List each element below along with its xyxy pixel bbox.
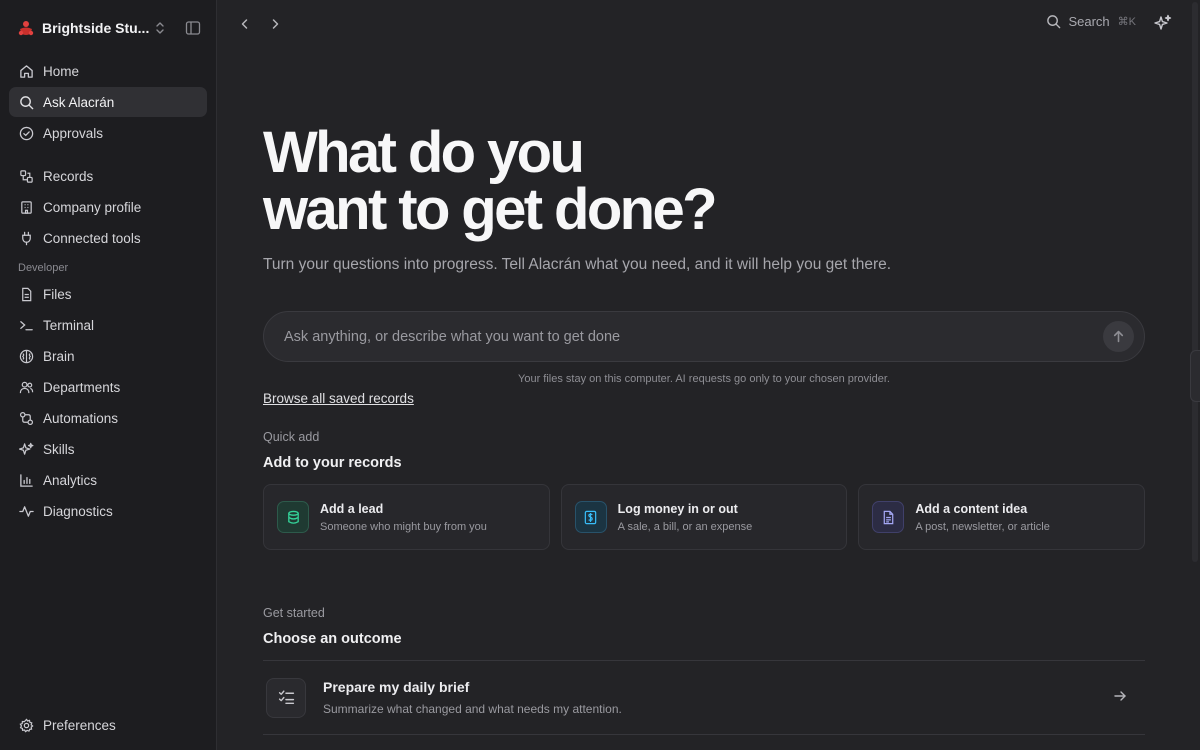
records-icon [18,168,34,184]
workspace-switcher-icon[interactable] [152,20,168,36]
users-icon [18,379,34,395]
sidebar-item-label: Connected tools [43,230,141,246]
sidebar-item-brain[interactable]: Brain [9,341,207,371]
search-icon [18,94,34,110]
brain-icon [18,348,34,364]
card-desc: Someone who might buy from you [320,520,487,533]
sidebar-item-label: Preferences [43,717,116,733]
sidebar-item-home[interactable]: Home [9,56,207,86]
workspace-name[interactable]: Brightside Stu... [42,20,152,36]
get-started-title: Choose an outcome [263,631,402,647]
search-button[interactable]: Search ⌘K [1046,14,1136,29]
quick-add-title: Add to your records [263,455,402,471]
sidebar-item-connected-tools[interactable]: Connected tools [9,223,207,253]
privacy-note: Your files stay on this computer. AI req… [518,373,890,385]
quick-add-cards: Add a lead Someone who might buy from yo… [263,484,1146,550]
sidebar-item-label: Ask Alacrán [43,94,115,110]
home-icon [18,63,34,79]
title-line-2: want to get done? [263,177,718,242]
sidebar-item-label: Analytics [43,472,98,488]
sidebar-item-ask-alacran[interactable]: Ask Alacrán [9,87,207,117]
page-title: What do you want to get done? [263,124,718,239]
card-title: Log money in or out [617,501,738,516]
primary-nav: Home Ask Alacrán Approvals Records Compa… [0,56,216,526]
sidebar: Brightside Stu... Home Ask Alacrán Appro… [0,0,217,750]
main-panel: Search ⌘K What do you want to get done? … [217,0,1200,750]
sidebar-item-records[interactable]: Records [9,161,207,191]
card-title: Add a content idea [915,501,1028,516]
sidebar-item-automations[interactable]: Automations [9,403,207,433]
forward-arrow-icon[interactable] [266,15,284,33]
scrollbar-thumb[interactable] [1192,2,1198,562]
scorpion-logo-icon [16,18,36,38]
terminal-icon [18,317,34,333]
sidebar-item-label: Automations [43,410,119,426]
gear-icon [18,717,34,733]
search-label: Search [1068,14,1110,29]
sidebar-item-departments[interactable]: Departments [9,372,207,402]
developer-section-label: Developer [18,262,69,274]
get-started-kicker: Get started [263,606,325,620]
add-lead-card[interactable]: Add a lead Someone who might buy from yo… [263,484,550,550]
sidebar-item-diagnostics[interactable]: Diagnostics [9,496,207,526]
sidebar-item-label: Terminal [43,317,95,333]
document-icon [872,501,905,533]
sidebar-item-label: Departments [43,379,121,395]
sidebar-item-analytics[interactable]: Analytics [9,465,207,495]
search-icon [1046,14,1061,29]
sidebar-item-label: Brain [43,348,75,364]
sidebar-item-label: Files [43,286,72,302]
add-content-idea-card[interactable]: Add a content idea A post, newsletter, o… [858,484,1146,550]
dollar-icon [574,501,607,533]
checklist-icon [266,677,306,718]
ai-sparkle-icon[interactable] [1154,14,1172,32]
sidebar-item-label: Diagnostics [43,503,113,519]
sidebar-item-label: Records [43,168,94,184]
arrow-right-icon [1113,689,1131,707]
sidebar-item-label: Skills [43,441,75,457]
check-circle-icon [18,125,34,141]
file-icon [18,286,34,302]
bar-chart-icon [18,472,34,488]
sparkles-icon [18,441,34,457]
sidebar-item-label: Approvals [43,125,104,141]
sidebar-item-company-profile[interactable]: Company profile [9,192,207,222]
sidebar-footer: Preferences [9,710,207,741]
outcome-desc: Summarize what changed and what needs my… [323,702,622,716]
sidebar-item-skills[interactable]: Skills [9,434,207,464]
activity-icon [18,503,34,519]
card-desc: A post, newsletter, or article [915,520,1050,533]
log-money-card[interactable]: Log money in or out A sale, a bill, or a… [560,484,848,550]
quick-add-kicker: Quick add [263,430,320,444]
title-line-1: What do you [263,120,585,185]
sidebar-item-label: Company profile [43,199,142,215]
sidebar-item-files[interactable]: Files [9,279,207,309]
ask-input[interactable] [284,328,1103,345]
sidebar-item-approvals[interactable]: Approvals [9,118,207,148]
search-shortcut: ⌘K [1117,16,1136,28]
sidebar-item-label: Home [43,63,80,79]
topbar: Search ⌘K [217,0,1200,48]
send-button[interactable] [1103,321,1134,352]
page-subtitle: Turn your questions into progress. Tell … [263,256,892,273]
plug-icon [18,230,34,246]
sidebar-item-terminal[interactable]: Terminal [9,310,207,340]
workflow-icon [18,410,34,426]
browse-records-link[interactable]: Browse all saved records [263,391,414,406]
outcome-daily-brief[interactable]: Prepare my daily brief Summarize what ch… [263,660,1145,735]
sidebar-item-preferences[interactable]: Preferences [9,710,207,740]
building-icon [18,199,34,215]
ask-box [263,311,1145,362]
arrow-up-icon [1113,330,1124,343]
sidebar-toggle-icon[interactable] [184,19,202,37]
back-arrow-icon[interactable] [236,15,254,33]
card-title: Add a lead [320,501,384,516]
workspace-header: Brightside Stu... [0,0,216,56]
card-desc: A sale, a bill, or an expense [617,520,753,533]
outcome-title: Prepare my daily brief [323,679,470,695]
side-panel-handle[interactable] [1190,350,1200,402]
database-icon [277,501,309,533]
